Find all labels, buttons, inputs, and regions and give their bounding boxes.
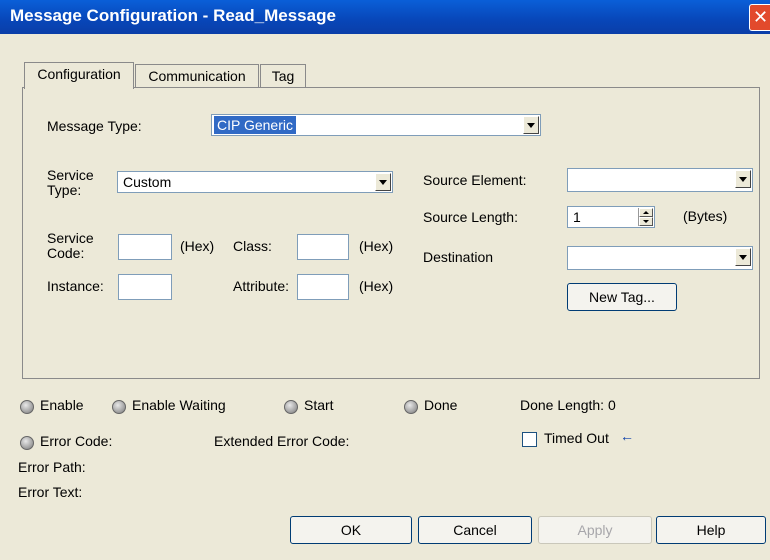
source-length-label: Source Length:: [423, 209, 518, 225]
tab-tag[interactable]: Tag: [260, 64, 306, 87]
attribute-input[interactable]: [297, 274, 349, 300]
spin-down-icon[interactable]: [639, 217, 653, 226]
source-element-select[interactable]: [567, 168, 753, 192]
enable-waiting-status: Enable Waiting: [132, 397, 226, 413]
left-arrow-icon: ←: [620, 428, 634, 444]
close-icon: ✕: [752, 7, 769, 27]
chevron-down-icon[interactable]: [375, 173, 391, 191]
done-status: Done: [424, 397, 458, 413]
service-code-input[interactable]: [118, 234, 172, 260]
service-type-label: Service Type:: [47, 168, 94, 198]
extended-error-code-label: Extended Error Code:: [214, 433, 350, 449]
status-led-icon: [404, 400, 418, 414]
destination-select[interactable]: [567, 246, 753, 270]
source-length-value: 1: [573, 209, 581, 225]
spinner-buttons[interactable]: [638, 208, 653, 226]
service-code-label-line1: Service: [47, 230, 94, 246]
bytes-label: (Bytes): [683, 208, 728, 224]
window-title: Message Configuration - Read_Message: [10, 6, 336, 25]
service-type-select[interactable]: Custom: [117, 171, 393, 193]
message-type-value: CIP Generic: [214, 116, 296, 134]
error-path-label: Error Path:: [18, 459, 86, 475]
apply-button[interactable]: Apply: [538, 516, 652, 544]
status-led-icon: [20, 400, 34, 414]
ok-button[interactable]: OK: [290, 516, 412, 544]
class-hex-label: (Hex): [359, 238, 394, 254]
spin-up-icon[interactable]: [639, 208, 653, 217]
service-code-hex-label: (Hex): [180, 238, 215, 254]
cancel-button[interactable]: Cancel: [418, 516, 532, 544]
service-type-label-line2: Type:: [47, 182, 82, 198]
status-led-icon: [112, 400, 126, 414]
configuration-panel: Message Type: CIP Generic Service Type: …: [22, 87, 760, 379]
enable-status: Enable: [40, 397, 84, 413]
timed-out-label: Timed Out: [544, 430, 609, 446]
close-button[interactable]: ✕: [749, 4, 770, 31]
message-type-label: Message Type:: [47, 118, 142, 134]
help-button[interactable]: Help: [656, 516, 766, 544]
chevron-down-icon[interactable]: [523, 116, 539, 134]
error-text-label: Error Text:: [18, 484, 83, 500]
service-code-label: Service Code:: [47, 231, 94, 261]
done-length: Done Length: 0: [520, 397, 616, 413]
chevron-down-icon[interactable]: [735, 248, 751, 266]
tab-tag-label: Tag: [271, 68, 295, 84]
service-type-value: Custom: [123, 174, 172, 190]
attribute-label: Attribute:: [233, 278, 290, 294]
tab-communication-label: Communication: [148, 68, 246, 84]
class-input[interactable]: [297, 234, 349, 260]
dialog-client: Configuration Communication Tag Message …: [0, 34, 770, 560]
error-code-label: Error Code:: [40, 433, 113, 449]
source-length-spinner[interactable]: 1: [567, 206, 655, 228]
attribute-hex-label: (Hex): [359, 278, 394, 294]
status-led-icon: [20, 436, 34, 450]
message-type-select[interactable]: CIP Generic: [211, 114, 541, 136]
title-bar[interactable]: Message Configuration - Read_Message ✕: [0, 0, 770, 34]
instance-label: Instance:: [47, 278, 104, 294]
tab-communication[interactable]: Communication: [135, 64, 259, 87]
chevron-down-icon[interactable]: [735, 170, 751, 188]
class-label: Class:: [233, 238, 272, 254]
timed-out-checkbox[interactable]: [522, 432, 537, 447]
destination-label: Destination: [423, 249, 494, 265]
instance-input[interactable]: [118, 274, 172, 300]
tab-configuration[interactable]: Configuration: [24, 62, 134, 89]
new-tag-button[interactable]: New Tag...: [567, 283, 677, 311]
source-element-label: Source Element:: [423, 172, 527, 188]
service-type-label-line1: Service: [47, 167, 94, 183]
status-led-icon: [284, 400, 298, 414]
tab-configuration-label: Configuration: [37, 66, 121, 82]
message-configuration-dialog: Message Configuration - Read_Message ✕ C…: [0, 0, 770, 560]
start-status: Start: [304, 397, 334, 413]
service-code-label-line2: Code:: [47, 245, 85, 261]
